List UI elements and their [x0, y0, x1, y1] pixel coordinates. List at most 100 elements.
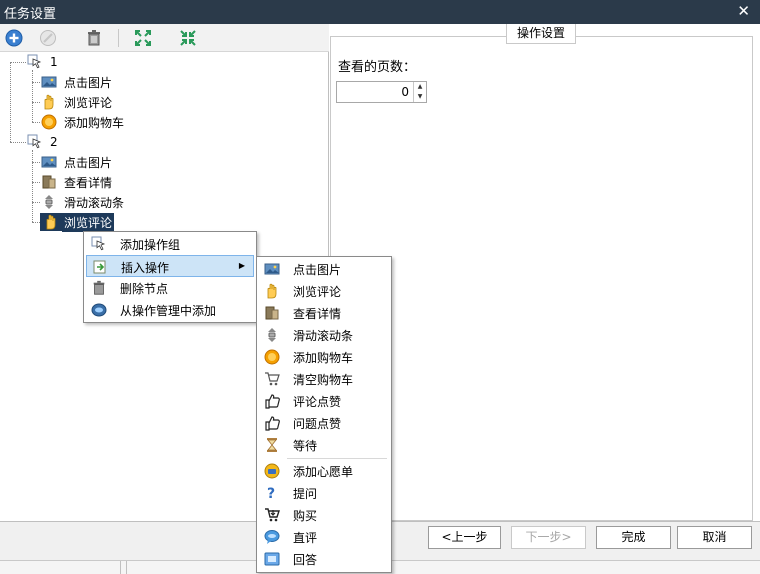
next-step-button[interactable]: 下一步>	[511, 526, 586, 549]
add-icon	[5, 29, 23, 47]
tree-connector	[10, 142, 26, 143]
menu-item-label: 购买	[293, 509, 318, 523]
submenu-add-to-cart[interactable]: 添加购物车	[259, 346, 389, 368]
collapse-all-button[interactable]	[178, 28, 198, 48]
status-separator	[126, 561, 127, 574]
submenu-answer[interactable]: 回答	[259, 548, 389, 570]
submenu-like-review[interactable]: 评论点赞	[259, 390, 389, 412]
delete-button[interactable]	[84, 28, 104, 48]
pages-input[interactable]	[337, 82, 413, 102]
submenu-arrow-icon: ▶	[238, 261, 245, 270]
tree-connector	[32, 222, 40, 223]
menu-item-label: 直评	[293, 531, 318, 545]
trash-icon	[88, 30, 100, 46]
thumbs-up-icon	[263, 392, 281, 410]
details-icon	[263, 304, 281, 322]
tree-connector	[32, 202, 40, 203]
title-bar: 任务设置 ✕	[0, 0, 760, 24]
submenu-direct-review[interactable]: 直评	[259, 526, 389, 548]
menu-add-group[interactable]: 添加操作组	[86, 233, 254, 255]
close-button[interactable]: ✕	[737, 2, 750, 20]
expand-all-button[interactable]	[133, 28, 153, 48]
tree-group-label: 1	[50, 55, 58, 69]
cart-add-icon	[263, 348, 281, 366]
tree-connector	[10, 62, 11, 142]
tree-item[interactable]: 点击图片	[40, 152, 114, 172]
menu-item-label: 点击图片	[293, 263, 342, 277]
disabled-button[interactable]	[38, 28, 58, 48]
submenu-wait[interactable]: 等待	[259, 434, 389, 456]
menu-item-label: 添加心愿单	[293, 465, 354, 479]
picture-icon	[40, 73, 58, 91]
tree-group-label: 2	[50, 135, 58, 149]
trash-icon	[90, 279, 108, 297]
submenu-scroll[interactable]: 滑动滚动条	[259, 324, 389, 346]
collapse-icon	[180, 30, 196, 46]
menu-add-from-manager[interactable]: 从操作管理中添加	[86, 299, 254, 321]
menu-item-label: 回答	[293, 553, 318, 567]
tree-connector	[32, 82, 40, 83]
spin-down-icon[interactable]: ▼	[413, 92, 426, 102]
menu-delete-node[interactable]: 删除节点	[86, 277, 254, 299]
tree-connector	[32, 182, 40, 183]
operation-settings-title: 操作设置	[506, 24, 576, 44]
cart-add-icon	[40, 113, 58, 131]
context-menu: 添加操作组 插入操作 ▶ 删除节点 从操作管理中添加	[83, 231, 257, 323]
window-title: 任务设置	[4, 7, 57, 22]
menu-item-label: 删除节点	[120, 282, 169, 296]
spin-up-icon[interactable]: ▲	[413, 82, 426, 92]
picture-icon	[263, 260, 281, 278]
operation-settings-panel	[330, 36, 753, 521]
status-separator	[120, 561, 121, 574]
cancel-button[interactable]: 取消	[677, 526, 752, 549]
tree-item-label: 查看详情	[64, 175, 113, 190]
menu-item-label: 问题点赞	[293, 417, 342, 431]
expand-icon	[135, 30, 151, 46]
menu-item-label: 添加购物车	[293, 351, 354, 365]
tree-item[interactable]: 查看详情	[40, 172, 114, 192]
menu-insert-operation[interactable]: 插入操作 ▶	[86, 255, 254, 277]
tree-item-label: 浏览评论	[62, 212, 115, 232]
tree-connector	[32, 102, 40, 103]
submenu-clear-cart[interactable]: 清空购物车	[259, 368, 389, 390]
buy-cart-icon	[263, 506, 281, 524]
tree-group-2[interactable]: 2	[26, 132, 60, 152]
insert-operation-submenu: 点击图片 浏览评论 查看详情 滑动滚动条 添加购物车 清空购物车 评论点赞 问题…	[256, 256, 392, 573]
hourglass-icon	[263, 436, 281, 454]
cursor-icon	[26, 53, 44, 71]
tree-connector	[32, 70, 33, 122]
thumbs-up-icon	[263, 414, 281, 432]
toolbar-separator	[118, 29, 119, 47]
prev-step-button[interactable]: <上一步	[428, 526, 501, 549]
submenu-buy[interactable]: 购买	[259, 504, 389, 526]
tree-group-1[interactable]: 1	[26, 52, 60, 72]
menu-item-label: 等待	[293, 439, 318, 453]
question-icon: ?	[263, 484, 281, 502]
submenu-click-picture[interactable]: 点击图片	[259, 258, 389, 280]
details-icon	[40, 173, 58, 191]
submenu-browse-reviews[interactable]: 浏览评论	[259, 280, 389, 302]
menu-item-label: 提问	[293, 487, 318, 501]
pages-spinner[interactable]: ▲ ▼	[336, 81, 427, 103]
tree-item-selected[interactable]: 浏览评论	[40, 212, 115, 232]
add-button[interactable]	[4, 28, 24, 48]
menu-item-label: 浏览评论	[293, 285, 342, 299]
menu-item-label: 插入操作	[121, 261, 170, 275]
submenu-add-wishlist[interactable]: 添加心愿单	[259, 460, 389, 482]
tree-item[interactable]: 滑动滚动条	[40, 192, 126, 212]
submenu-view-details[interactable]: 查看详情	[259, 302, 389, 324]
chat-icon	[263, 528, 281, 546]
picture-icon	[40, 153, 58, 171]
tree-item[interactable]: 点击图片	[40, 72, 114, 92]
menu-item-label: 清空购物车	[293, 373, 354, 387]
tree-connector	[32, 150, 33, 222]
tree-item[interactable]: 添加购物车	[40, 112, 126, 132]
tree-item-label: 点击图片	[64, 75, 113, 90]
tree-connector	[32, 162, 40, 163]
finish-button[interactable]: 完成	[596, 526, 671, 549]
submenu-ask[interactable]: ? 提问	[259, 482, 389, 504]
menu-item-label: 评论点赞	[293, 395, 342, 409]
submenu-like-question[interactable]: 问题点赞	[259, 412, 389, 434]
wishlist-icon	[263, 462, 281, 480]
tree-item[interactable]: 浏览评论	[40, 92, 114, 112]
